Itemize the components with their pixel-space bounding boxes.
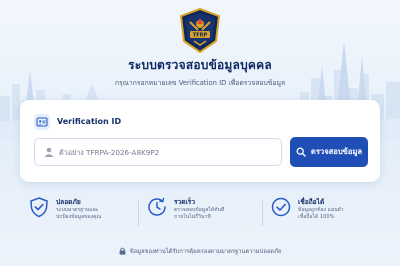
feature-reliable: เชื่อถือได้ ข้อมูลถูกต้อง แม่นยำ เชื่อถื… [270,194,380,234]
verification-id-field[interactable] [34,138,282,166]
feature-divider [138,200,139,226]
page-subtitle: กรุณากรอกหมายเลข Verification ID เพื่อตร… [114,79,286,87]
search-icon [296,147,306,157]
clock-icon [148,197,166,216]
id-card-icon [34,114,50,130]
svg-text:TFRP: TFRP [193,33,208,39]
feature-secure: ปลอดภัย ระบบมาตรฐานและ ปกป้องข้อมูลของคุ… [28,194,138,234]
tfrp-logo: TFRP [179,8,221,54]
feature-divider [262,200,263,226]
verification-card: Verification ID ตรวจสอบข้อมูล [20,100,380,182]
user-icon [44,147,54,157]
verify-button-label: ตรวจสอบข้อมูล [310,147,363,156]
shield-check-icon [30,197,48,218]
features-row: ปลอดภัย ระบบมาตรฐานและ ปกป้องข้อมูลของคุ… [28,194,378,234]
feature-description-line2: เชื่อถือได้ 100% [298,214,335,220]
lock-icon [119,247,126,255]
verify-button[interactable]: ตรวจสอบข้อมูล [290,137,368,167]
feature-description-line2: ปกป้องข้อมูลของคุณ [56,214,102,220]
feature-description-line2: ภายในไม่กี่วินาที [174,214,211,220]
feature-fast: รวดเร็ว ตรวจสอบข้อมูลได้ทันที ภายในไม่กี… [146,194,256,234]
page-title: ระบบตรวจสอบข้อมูลบุคคล [128,58,272,72]
card-title: Verification ID [57,117,122,126]
security-note: ข้อมูลของท่านได้รับการคุ้มครองตามมาตรฐาน… [0,246,400,256]
verification-id-input[interactable] [59,143,279,161]
check-circle-icon [271,197,291,217]
security-note-text: ข้อมูลของท่านได้รับการคุ้มครองตามมาตรฐาน… [129,249,282,255]
